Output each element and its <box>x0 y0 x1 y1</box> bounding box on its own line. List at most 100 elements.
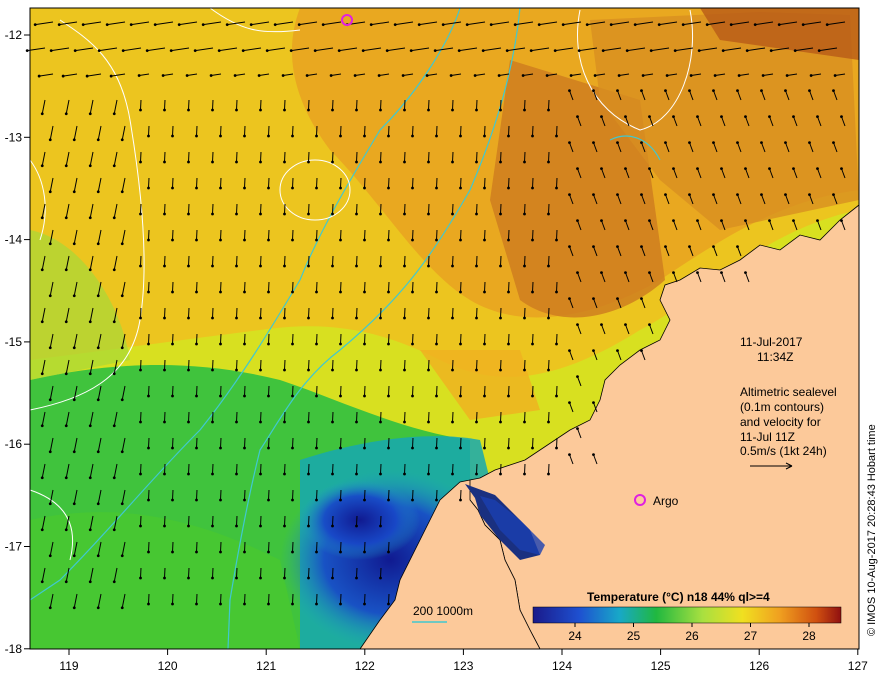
credit-text: © IMOS 10-Aug-2017 20:28:43 Hobart time <box>866 424 878 636</box>
velocity-arrow-head <box>145 49 149 53</box>
velocity-arrow-head <box>64 476 68 480</box>
velocity-arrow-head <box>72 242 76 246</box>
velocity-arrow-head <box>64 112 68 116</box>
velocity-arrow-head <box>259 160 262 164</box>
velocity-arrow-head <box>523 108 526 112</box>
velocity-arrow-head <box>451 420 454 424</box>
velocity-arrow-head <box>688 89 691 93</box>
velocity-arrow-head <box>435 498 438 502</box>
velocity-arrow-head <box>379 316 382 320</box>
velocity-arrow-head <box>648 167 651 171</box>
velocity-arrow-head <box>427 316 430 320</box>
velocity-arrow-head <box>259 420 262 424</box>
velocity-arrow-head <box>211 472 214 476</box>
velocity-arrow-head <box>555 238 558 242</box>
velocity-arrow-head <box>688 193 691 197</box>
velocity-arrow-head <box>267 134 270 138</box>
velocity-arrow-head <box>88 372 92 376</box>
velocity-arrow-head <box>235 212 238 216</box>
velocity-arrow-head <box>355 316 358 320</box>
velocity-arrow-head <box>243 290 246 294</box>
velocity-arrow-head <box>696 115 699 119</box>
velocity-arrow-head <box>616 297 619 301</box>
velocity-arrow-head <box>592 141 595 145</box>
velocity-arrow-head <box>48 450 52 454</box>
velocity-arrow-head <box>720 115 723 119</box>
velocity-arrow-head <box>267 290 270 294</box>
velocity-arrow-head <box>403 472 406 476</box>
x-tick-label: 124 <box>552 659 572 673</box>
velocity-arrow-head <box>120 294 124 298</box>
velocity-arrow-head <box>403 368 406 372</box>
velocity-arrow-head <box>48 242 52 246</box>
velocity-arrow-head <box>211 264 214 268</box>
velocity-arrow-head <box>576 167 579 171</box>
y-tick-label: -18 <box>5 642 23 656</box>
legend-line-1: Altimetric sealevel <box>740 385 837 399</box>
velocity-arrow-head <box>523 420 526 424</box>
velocity-arrow-head <box>219 550 222 554</box>
velocity-arrow-head <box>481 49 485 53</box>
velocity-arrow-head <box>601 49 605 53</box>
velocity-arrow-head <box>720 219 723 223</box>
velocity-arrow-head <box>672 271 675 275</box>
velocity-arrow-head <box>153 23 157 27</box>
velocity-arrow-head <box>713 74 717 77</box>
velocity-arrow-head <box>649 49 653 53</box>
velocity-arrow-head <box>499 368 502 372</box>
velocity-arrow-head <box>339 186 342 190</box>
velocity-arrow-head <box>331 160 334 164</box>
velocity-arrow-head <box>139 212 142 216</box>
x-tick-label: 123 <box>453 659 473 673</box>
velocity-arrow-head <box>736 141 739 145</box>
velocity-arrow-head <box>720 167 723 171</box>
velocity-arrow-head <box>363 290 366 294</box>
velocity-arrow-head <box>427 212 430 216</box>
velocity-arrow-head <box>49 49 53 53</box>
velocity-arrow-head <box>187 472 190 476</box>
velocity-arrow-head <box>147 550 150 554</box>
velocity-arrow-head <box>48 398 52 402</box>
velocity-arrow-head <box>64 372 68 376</box>
velocity-arrow-head <box>88 268 92 272</box>
velocity-arrow-head <box>592 349 595 353</box>
velocity-arrow-head <box>363 446 366 450</box>
colorbar-tick-label: 24 <box>568 629 582 643</box>
velocity-arrow-head <box>315 134 318 138</box>
velocity-arrow-head <box>339 550 342 554</box>
velocity-arrow-head <box>363 134 366 138</box>
velocity-arrow-head <box>507 290 510 294</box>
velocity-arrow-head <box>577 49 581 53</box>
velocity-arrow-head <box>451 368 454 372</box>
velocity-arrow-head <box>291 394 294 398</box>
velocity-arrow-head <box>88 112 92 116</box>
velocity-arrow-head <box>379 212 382 216</box>
velocity-arrow-head <box>243 446 246 450</box>
x-tick-label: 119 <box>59 659 78 673</box>
velocity-arrow-head <box>499 264 502 268</box>
velocity-arrow-head <box>120 398 124 402</box>
velocity-arrow-head <box>329 74 333 77</box>
colorbar-tick-label: 25 <box>627 629 641 643</box>
velocity-arrow-head <box>777 23 781 27</box>
velocity-arrow-head <box>640 141 643 145</box>
velocity-arrow-head <box>171 134 174 138</box>
velocity-arrow-head <box>315 446 318 450</box>
velocity-arrow-head <box>139 316 142 320</box>
velocity-arrow-head <box>64 424 68 428</box>
velocity-arrow-head <box>137 74 141 77</box>
velocity-arrow-head <box>401 74 405 77</box>
velocity-arrow-head <box>696 219 699 223</box>
velocity-arrow-head <box>219 602 222 606</box>
velocity-arrow-head <box>361 49 365 53</box>
legend-line-3: and velocity for <box>740 415 821 429</box>
velocity-arrow-head <box>307 368 310 372</box>
velocity-arrow-head <box>72 190 76 194</box>
velocity-arrow-head <box>600 115 603 119</box>
velocity-arrow-head <box>427 472 430 476</box>
velocity-arrow-head <box>451 108 454 112</box>
velocity-arrow-head <box>315 498 318 502</box>
colorbar-tick-label: 27 <box>744 629 758 643</box>
velocity-arrow-head <box>592 245 595 249</box>
velocity-arrow-head <box>267 342 270 346</box>
